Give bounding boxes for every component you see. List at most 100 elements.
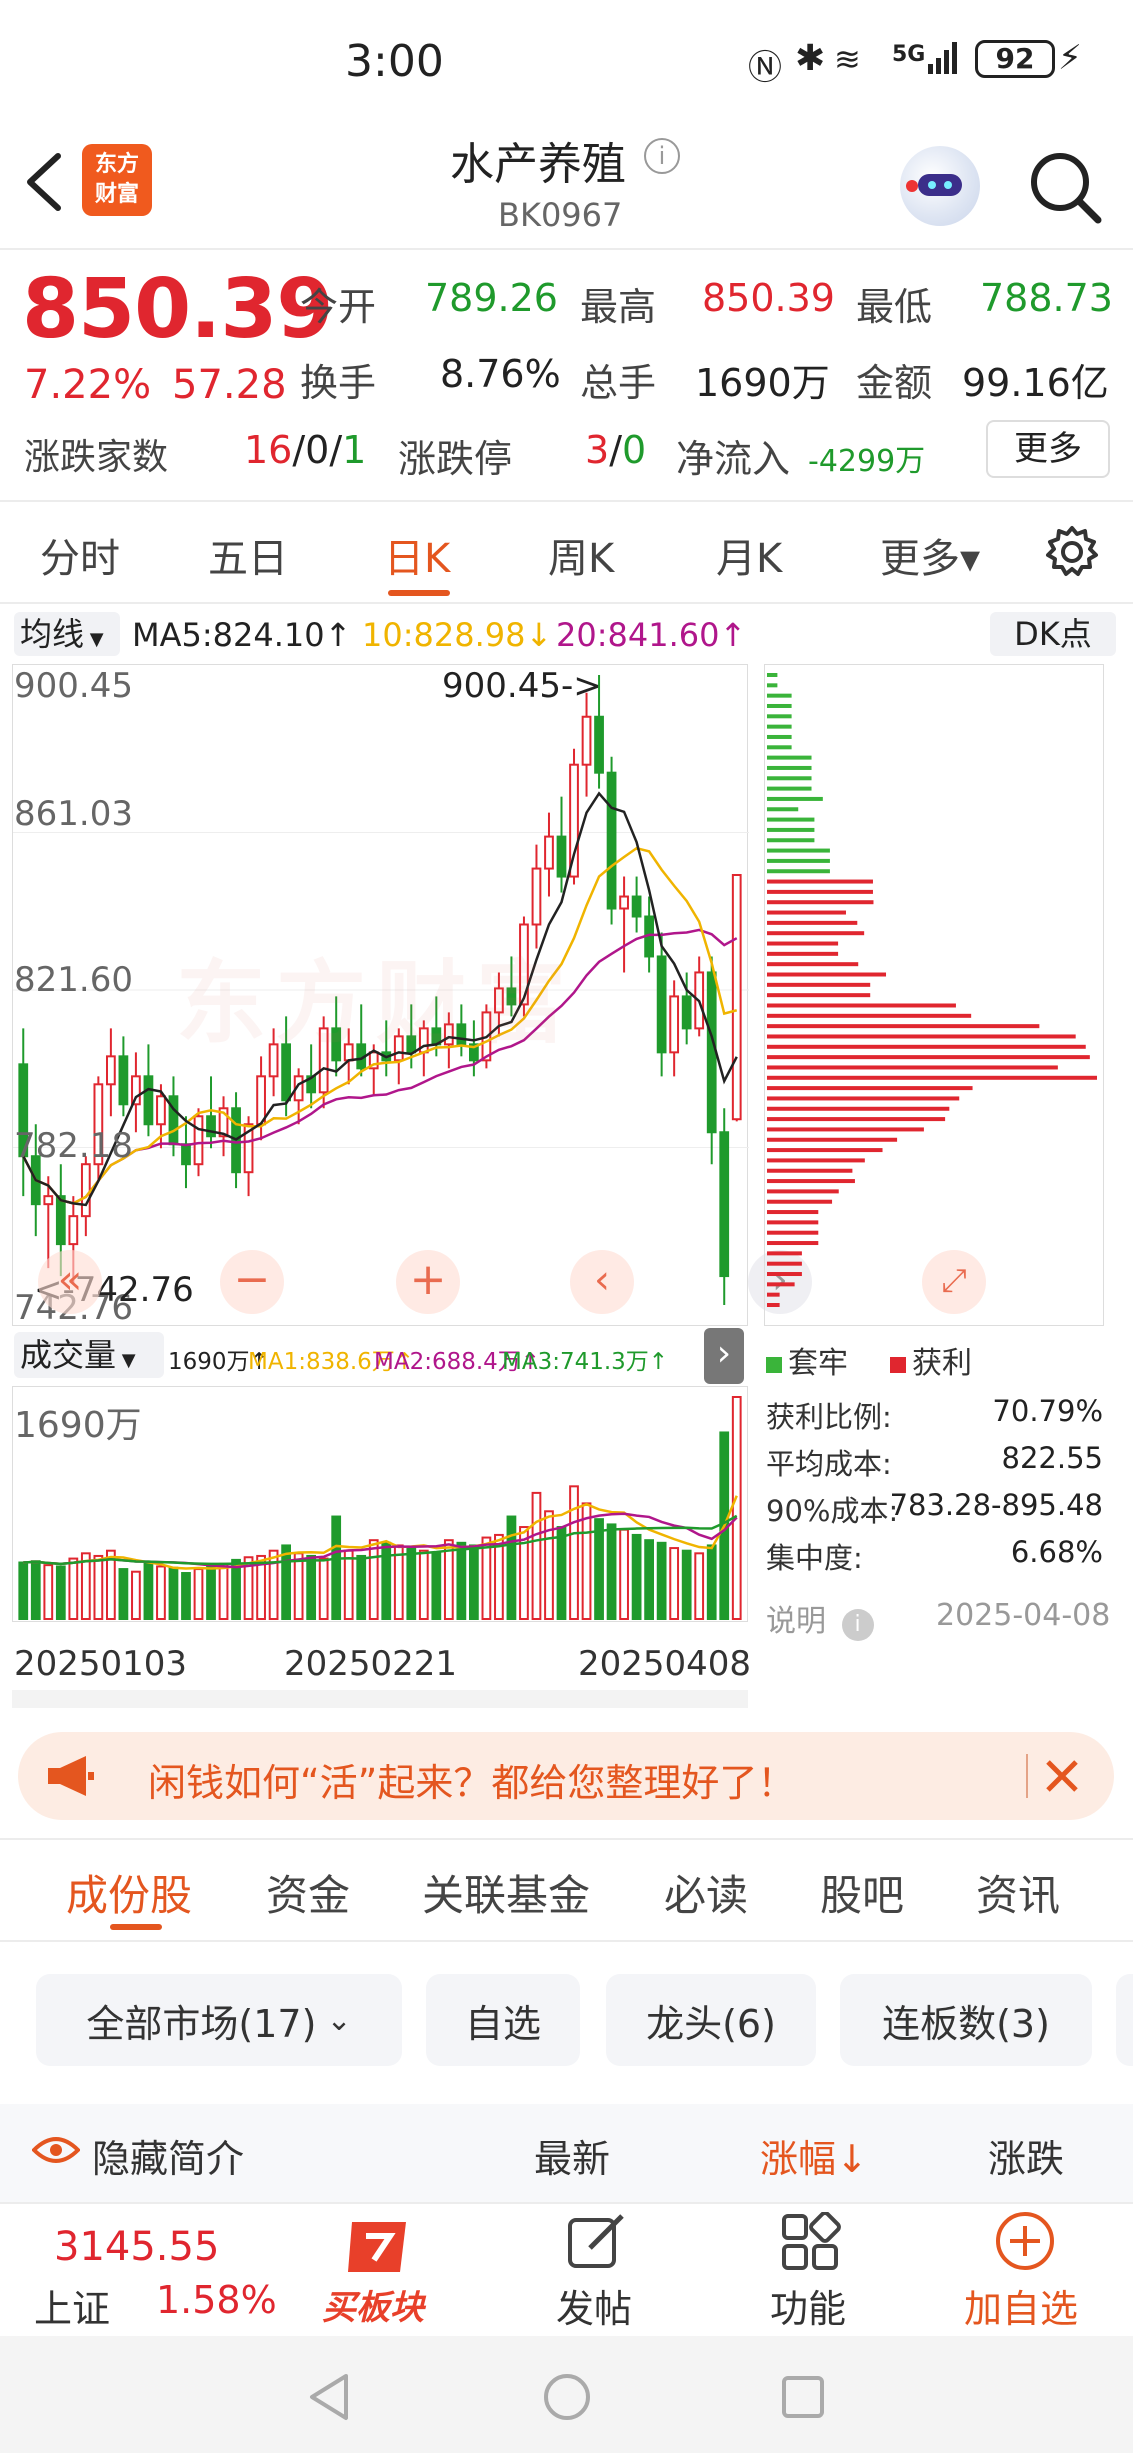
- high-value: 850.39: [702, 276, 835, 320]
- chip-bar: [767, 1055, 1090, 1060]
- volume-bar: [193, 1568, 204, 1620]
- col-latest[interactable]: 最新: [534, 2128, 610, 2183]
- expand-arrow-icon[interactable]: ›: [704, 1328, 744, 1384]
- tabs-divider: [0, 602, 1133, 604]
- period-tab-1[interactable]: 五日: [208, 526, 288, 584]
- period-tab-underline: [388, 590, 450, 596]
- chip-bar: [767, 920, 858, 925]
- candle-body: [556, 835, 567, 878]
- info-icon[interactable]: i: [644, 138, 680, 174]
- close-icon[interactable]: [1038, 1752, 1086, 1800]
- section-tab-5[interactable]: 资讯: [976, 1862, 1060, 1923]
- volume-bar: [331, 1515, 342, 1621]
- chip-bar: [767, 1261, 802, 1266]
- chip-bar: [767, 703, 792, 708]
- function-grid-icon[interactable]: [780, 2211, 842, 2272]
- info-icon: i: [841, 1609, 874, 1641]
- section-tab-3[interactable]: 必读: [664, 1862, 748, 1923]
- brand-logo[interactable]: 东方 财富: [82, 144, 152, 216]
- chip-bar: [767, 879, 873, 884]
- post-label[interactable]: 发帖: [556, 2278, 632, 2333]
- chip-distribution-chart: [767, 673, 1097, 1307]
- index-pct[interactable]: 1.58%: [156, 2278, 277, 2322]
- page-title: 水产养殖: [450, 139, 626, 190]
- volume-y-label: 1690万: [14, 1405, 142, 1446]
- back-arrow-icon[interactable]: [22, 150, 66, 214]
- volume-bar: [293, 1552, 304, 1620]
- filter-chip-3[interactable]: 连板数(3): [840, 1974, 1092, 2066]
- chip-bar: [767, 1272, 802, 1277]
- legend-profit: 获利: [890, 1338, 972, 1382]
- hide-intro-toggle[interactable]: 隐藏简介: [92, 2128, 244, 2183]
- dk-point-button[interactable]: DK点: [990, 612, 1116, 656]
- settings-gear-icon[interactable]: [1042, 522, 1102, 582]
- chip-bar: [767, 796, 823, 801]
- col-updown[interactable]: 涨跌: [988, 2128, 1064, 2183]
- chart-scroll-track[interactable]: [12, 1690, 748, 1708]
- chevron-down-icon: ▼: [84, 629, 104, 650]
- period-tab-0[interactable]: 分时: [40, 526, 120, 584]
- chip-bar: [767, 1013, 972, 1018]
- candle-body: [544, 835, 554, 870]
- candle-body: [55, 1195, 66, 1246]
- post-edit-icon[interactable]: [566, 2212, 628, 2272]
- turnover-value: 8.76%: [440, 352, 561, 396]
- zoom-in-button[interactable]: +: [396, 1250, 460, 1314]
- scroll-left-button[interactable]: ‹: [570, 1250, 634, 1314]
- section-tab-4[interactable]: 股吧: [820, 1862, 904, 1923]
- chip-explain[interactable]: 说明 i: [766, 1596, 874, 1641]
- nav-recents-icon[interactable]: [780, 2374, 826, 2420]
- ma-selector[interactable]: 均线 ▼: [14, 612, 120, 656]
- add-watchlist-label[interactable]: 加自选: [964, 2278, 1078, 2333]
- section-tab-1[interactable]: 资金: [266, 1862, 350, 1923]
- search-icon[interactable]: [1024, 146, 1104, 226]
- candle-body: [706, 971, 717, 1134]
- filter-chip-label: 自选: [464, 2001, 541, 2046]
- candle-body: [105, 1055, 116, 1086]
- volume-selector[interactable]: 成交量 ▼: [14, 1332, 164, 1378]
- chip-bar: [767, 982, 871, 987]
- flat-count: 0: [305, 428, 330, 472]
- volume-bar: [631, 1533, 642, 1621]
- chip-bar: [767, 1220, 819, 1225]
- jump-start-button[interactable]: «: [38, 1250, 102, 1314]
- chevron-down-icon: ⌄: [326, 2002, 352, 2038]
- eye-icon[interactable]: [31, 2132, 81, 2168]
- buy-board-icon[interactable]: [340, 2214, 416, 2280]
- period-tab-5[interactable]: 更多▾: [880, 526, 980, 584]
- y-label-top: 900.45: [14, 666, 133, 706]
- net-inflow-label: 净流入: [676, 437, 791, 481]
- period-tab-2[interactable]: 日K: [384, 526, 450, 584]
- volume-bar: [619, 1528, 629, 1621]
- low-value: 788.73: [980, 276, 1113, 320]
- ma-selector-label: 均线: [20, 615, 85, 653]
- section-divider: [0, 1838, 1133, 1840]
- chip-bar: [767, 1034, 1076, 1039]
- assistant-robot-icon[interactable]: [900, 146, 980, 226]
- filter-chip-1[interactable]: 自选: [426, 1974, 580, 2066]
- header-divider: [0, 248, 1133, 250]
- volume-bar: [156, 1565, 166, 1621]
- chip-bar: [767, 786, 812, 791]
- chip-bar: [767, 962, 859, 967]
- filter-chip-more[interactable]: [1116, 1974, 1133, 2066]
- filter-chip-2[interactable]: 龙头(6): [606, 1974, 816, 2066]
- col-change-pct[interactable]: 涨幅↓: [760, 2128, 868, 2183]
- add-watchlist-icon[interactable]: [994, 2210, 1056, 2272]
- candle-body: [719, 1131, 730, 1278]
- buy-board-label[interactable]: 买板块: [322, 2280, 424, 2329]
- filter-chip-0[interactable]: 全部市场(17) ⌄: [36, 1974, 402, 2066]
- volume-bar: [93, 1554, 104, 1620]
- index-name[interactable]: 上证: [34, 2278, 110, 2333]
- function-label[interactable]: 功能: [770, 2278, 846, 2333]
- ma5-value: MA5:824.10↑: [132, 616, 352, 654]
- more-button[interactable]: 更多: [986, 420, 1110, 478]
- period-tab-4[interactable]: 月K: [716, 526, 782, 584]
- nav-back-icon[interactable]: [306, 2372, 352, 2422]
- nav-home-icon[interactable]: [542, 2372, 592, 2422]
- section-tab-0[interactable]: 成份股: [66, 1862, 192, 1923]
- index-value[interactable]: 3145.55: [54, 2224, 219, 2270]
- period-tab-3[interactable]: 周K: [548, 526, 614, 584]
- zoom-out-button[interactable]: −: [220, 1250, 284, 1314]
- section-tab-2[interactable]: 关联基金: [422, 1862, 590, 1923]
